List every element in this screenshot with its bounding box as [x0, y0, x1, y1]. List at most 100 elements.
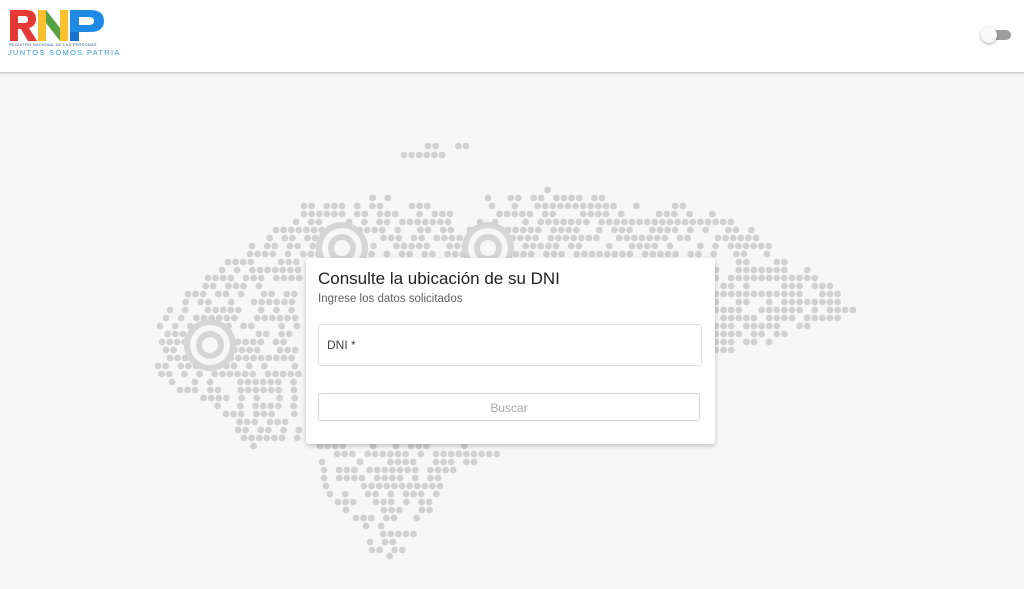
- map-dot: [271, 242, 279, 250]
- map-dot: [527, 226, 535, 234]
- map-dot: [227, 274, 235, 282]
- map-dot: [417, 226, 424, 234]
- map-dot: [291, 346, 299, 354]
- map-dot: [773, 314, 781, 322]
- map-dot: [219, 370, 226, 378]
- map-dot: [245, 386, 252, 394]
- map-dot: [395, 234, 403, 242]
- map-dot: [555, 234, 562, 242]
- map-dot: [773, 322, 781, 330]
- map-dot: [248, 242, 256, 250]
- map-dot: [376, 202, 384, 210]
- map-dot: [232, 258, 240, 266]
- map-dot: [351, 466, 358, 474]
- map-dot: [758, 330, 765, 338]
- map-dot: [444, 218, 452, 226]
- map-dot: [684, 234, 691, 242]
- map-dot: [224, 258, 232, 266]
- map-dot: [389, 474, 396, 482]
- map-dot: [400, 151, 408, 159]
- map-dot: [729, 234, 737, 242]
- map-dot: [267, 378, 275, 386]
- map-dot: [427, 466, 434, 474]
- map-dot: [788, 290, 796, 298]
- map-dot: [408, 151, 415, 159]
- map-dot: [237, 290, 245, 298]
- map-dot: [463, 450, 470, 458]
- map-dot: [200, 394, 208, 402]
- map-dot: [515, 194, 522, 202]
- map-dot: [773, 306, 781, 314]
- map-dot: [819, 314, 826, 322]
- map-dot: [177, 314, 185, 322]
- map-dot: [803, 314, 811, 322]
- map-dot: [781, 266, 788, 274]
- map-dot: [765, 298, 773, 306]
- map-dot: [165, 370, 173, 378]
- map-dot: [765, 314, 773, 322]
- map-dot: [602, 210, 610, 218]
- map-dot: [250, 354, 257, 362]
- map-dot: [424, 226, 432, 234]
- map-dot: [631, 234, 638, 242]
- map-dot: [290, 402, 297, 410]
- map-dot: [671, 202, 679, 210]
- dni-lookup-card: Consulte la ubicación de su DNI Ingrese …: [306, 258, 715, 444]
- map-dot: [478, 450, 485, 458]
- map-dot: [619, 250, 626, 258]
- map-dot: [414, 218, 421, 226]
- theme-toggle[interactable]: [981, 27, 1011, 43]
- map-dot: [579, 202, 587, 210]
- map-dot: [399, 546, 406, 554]
- map-dot: [702, 226, 709, 234]
- map-dot: [653, 234, 661, 242]
- map-dot: [758, 306, 765, 314]
- map-dot: [484, 194, 492, 202]
- toggle-thumb[interactable]: [981, 27, 997, 43]
- dni-input[interactable]: [327, 333, 695, 359]
- map-dot: [393, 242, 400, 250]
- map-dot: [410, 234, 418, 242]
- map-dot: [293, 258, 300, 266]
- map-dot: [275, 402, 282, 410]
- map-dot: [402, 458, 409, 466]
- map-dot: [403, 498, 410, 506]
- map-dot: [672, 250, 679, 258]
- map-dot: [834, 298, 841, 306]
- map-dot: [811, 306, 819, 314]
- map-dot: [381, 466, 389, 474]
- map-dot: [212, 274, 220, 282]
- map-dot: [377, 522, 385, 530]
- map-dot: [712, 242, 719, 250]
- dni-field[interactable]: DNI *: [318, 324, 702, 366]
- map-dot: [269, 314, 276, 322]
- map-dot: [714, 234, 722, 242]
- map-dot: [560, 194, 568, 202]
- map-dot: [598, 194, 606, 202]
- map-dot: [273, 306, 280, 314]
- map-dot: [512, 226, 519, 234]
- map-dot: [541, 210, 549, 218]
- map-dot: [299, 250, 307, 258]
- map-dot: [446, 210, 454, 218]
- map-dot: [743, 338, 750, 346]
- map-dot: [646, 234, 653, 242]
- map-dot: [388, 506, 395, 514]
- map-dot: [278, 322, 285, 330]
- map-dot: [369, 202, 376, 210]
- map-dot: [240, 434, 248, 442]
- map-dot: [192, 290, 200, 298]
- map-dot: [429, 218, 437, 226]
- map-dot: [541, 202, 549, 210]
- map-dot: [442, 466, 449, 474]
- map-dot: [381, 474, 389, 482]
- map-dot: [743, 290, 750, 298]
- map-ring: [480, 240, 496, 256]
- map-dot: [695, 250, 702, 258]
- map-dot: [427, 474, 434, 482]
- map-dot: [655, 210, 663, 218]
- map-dot: [436, 482, 444, 490]
- map-dot: [343, 466, 351, 474]
- map-dot: [318, 458, 326, 466]
- search-button[interactable]: Buscar: [318, 393, 700, 421]
